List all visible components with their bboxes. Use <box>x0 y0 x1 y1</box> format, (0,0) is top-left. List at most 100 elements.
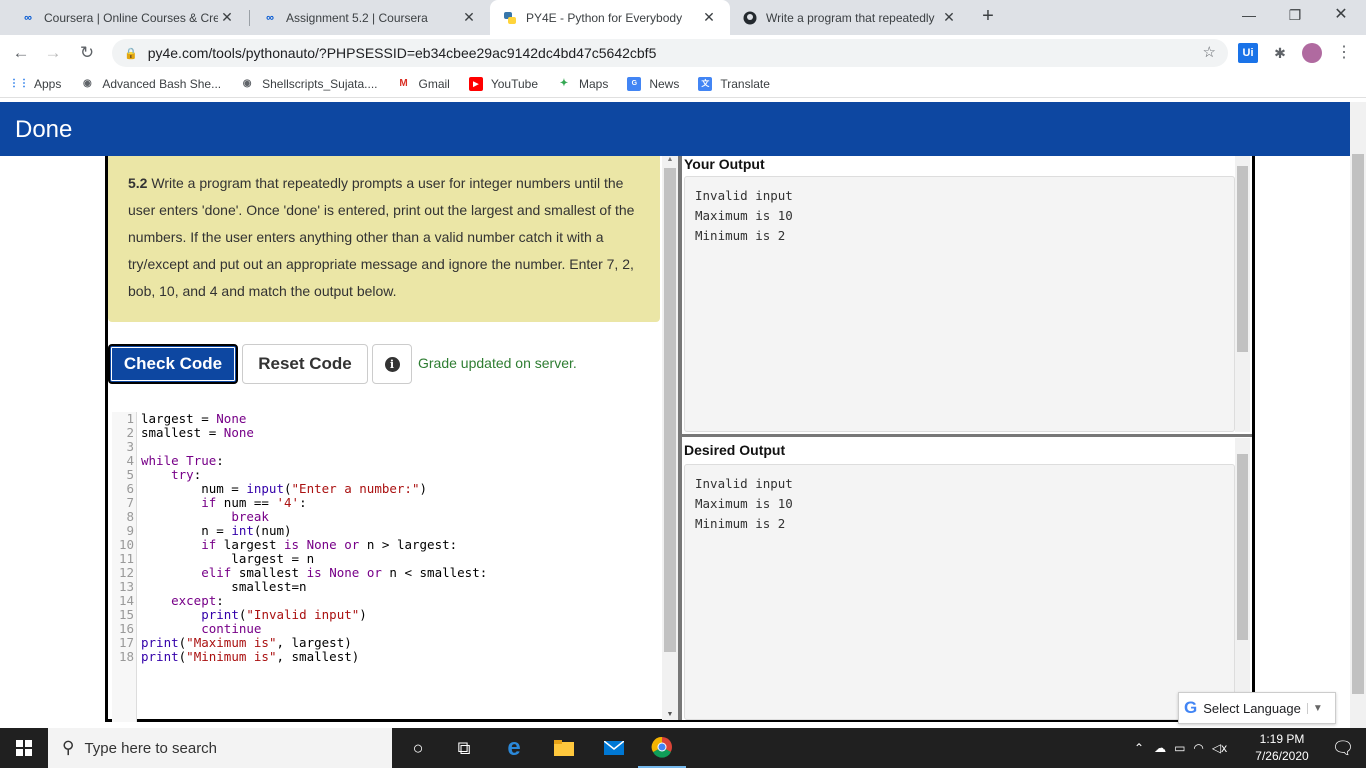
globe-icon: ◉ <box>242 78 252 89</box>
close-tab-icon[interactable]: ✕ <box>460 9 478 26</box>
tab-coursera-home[interactable]: ∞ Coursera | Online Courses & Cred ✕ <box>8 0 248 35</box>
your-output-scrollbar[interactable] <box>1235 156 1250 432</box>
scroll-up-icon[interactable]: ▲ <box>662 156 678 163</box>
cortana-icon[interactable]: ○ <box>394 728 442 768</box>
code-text: print("Minimum is", smallest) <box>141 649 360 664</box>
assignment-prompt: 5.2 Write a program that repeatedly prom… <box>108 156 660 322</box>
menu-kebab-icon[interactable]: ⋮ <box>1334 43 1354 63</box>
start-button[interactable] <box>0 728 48 768</box>
wifi-icon[interactable]: ◠ <box>1193 741 1203 755</box>
profile-avatar[interactable] <box>1302 43 1322 63</box>
line-number: 17 <box>118 635 134 650</box>
browser-toolbar: ← → ↻ 🔒 py4e.com/tools/pythonauto/?PHPSE… <box>0 35 1366 70</box>
info-button[interactable]: i <box>372 344 412 384</box>
gmail-icon: M <box>399 78 408 89</box>
google-g-icon: G <box>1184 698 1198 717</box>
page-scrollbar-thumb[interactable] <box>1352 154 1364 694</box>
editor-scrollbar-thumb[interactable] <box>664 168 676 652</box>
file-explorer-icon[interactable] <box>540 728 588 768</box>
extension-ui-icon[interactable]: Ui <box>1238 43 1258 63</box>
url-text: py4e.com/tools/pythonauto/?PHPSESSID=eb3… <box>147 45 657 61</box>
line-number: 7 <box>126 495 134 510</box>
bookmark-shellscripts[interactable]: ◉ Shellscripts_Sujata.... <box>240 77 378 91</box>
bookmark-apps[interactable]: ⋮⋮ Apps <box>9 76 62 91</box>
bookmark-translate[interactable]: 文 Translate <box>698 76 770 91</box>
bookmark-label: YouTube <box>490 76 538 91</box>
close-tab-icon[interactable]: ✕ <box>940 9 958 26</box>
forward-icon[interactable]: → <box>40 40 66 66</box>
show-hidden-icons-icon[interactable]: ⌃ <box>1134 741 1144 755</box>
line-number: 10 <box>118 537 134 552</box>
desired-output-heading: Desired Output <box>684 442 786 458</box>
youtube-icon: ▶ <box>468 76 483 91</box>
task-view-icon[interactable]: ⧉ <box>440 728 488 768</box>
close-window-icon[interactable]: ✕ <box>1318 0 1364 30</box>
bookmark-maps[interactable]: ✦ Maps <box>557 77 609 91</box>
github-icon <box>742 10 758 26</box>
extensions-puzzle-icon[interactable]: ✱ <box>1270 43 1290 63</box>
restore-icon[interactable]: ❐ <box>1272 0 1318 30</box>
code-editor[interactable]: 1 largest = None 2 smallest = None 3 4 while T… <box>112 412 660 722</box>
new-tab-button[interactable]: + <box>976 4 1000 28</box>
code-text: except: <box>171 593 224 608</box>
line-number: 5 <box>126 467 134 482</box>
close-tab-icon[interactable]: ✕ <box>700 9 718 26</box>
edge-icon[interactable]: e <box>490 728 538 768</box>
prompt-line: user enters 'done'. Once 'done' is enter… <box>128 202 635 218</box>
code-text: smallest = None <box>141 425 254 440</box>
onedrive-icon[interactable]: ☁ <box>1154 741 1166 755</box>
code-text: elif smallest is None or n < smallest: <box>201 565 488 580</box>
search-icon: ⚲ <box>62 738 75 757</box>
volume-muted-icon[interactable]: ◁x <box>1212 741 1227 755</box>
page-scrollbar[interactable] <box>1350 102 1366 728</box>
dropdown-arrow-icon: ▼ <box>1306 702 1323 714</box>
your-output-pane: Your Output Invalid input Maximum is 10 … <box>682 156 1252 434</box>
line-number: 9 <box>126 523 134 538</box>
windows-taskbar: ⚲ Type here to search ○ ⧉ e ⌃ ☁ ▭ ◠ ◁x 1… <box>0 728 1366 768</box>
tab-py4e[interactable]: PY4E - Python for Everybody ✕ <box>490 0 730 35</box>
line-number: 2 <box>126 425 134 440</box>
close-tab-icon[interactable]: ✕ <box>218 9 236 26</box>
line-number: 12 <box>118 565 134 580</box>
your-output-heading: Your Output <box>684 156 765 172</box>
line-number: 11 <box>118 551 134 566</box>
address-bar[interactable]: 🔒 py4e.com/tools/pythonauto/?PHPSESSID=e… <box>112 39 1228 67</box>
bookmark-label: Apps <box>34 76 62 91</box>
clock-time: 1:19 PM <box>1259 732 1305 746</box>
bookmark-news[interactable]: G News <box>627 76 679 91</box>
reset-code-button[interactable]: Reset Code <box>242 344 368 384</box>
your-output-scrollbar-thumb[interactable] <box>1237 166 1248 352</box>
taskbar-clock[interactable]: 1:19 PM 7/26/2020 <box>1252 731 1312 765</box>
minimize-icon[interactable]: — <box>1226 0 1272 30</box>
bookmark-gmail[interactable]: M Gmail <box>397 77 450 91</box>
google-translate-widget[interactable]: G Select Language ▼ <box>1178 692 1336 724</box>
desired-output-scrollbar[interactable] <box>1235 438 1250 718</box>
tab-coursera-assignment[interactable]: ∞ Assignment 5.2 | Coursera ✕ <box>250 0 490 35</box>
code-text: while True: <box>141 453 224 468</box>
tab-title: PY4E - Python for Everybody <box>526 10 683 25</box>
browser-tab-strip: ∞ Coursera | Online Courses & Cred ✕ ∞ A… <box>0 0 1366 35</box>
reload-icon[interactable]: ↻ <box>74 40 100 66</box>
tab-github[interactable]: Write a program that repeatedly ✕ <box>730 0 970 35</box>
battery-icon[interactable]: ▭ <box>1174 741 1185 755</box>
line-number: 8 <box>126 509 134 524</box>
desired-output-scrollbar-thumb[interactable] <box>1237 454 1248 640</box>
line-number: 3 <box>126 439 134 454</box>
check-code-button[interactable]: Check Code <box>108 344 238 384</box>
taskbar-search-box[interactable]: ⚲ Type here to search <box>48 728 392 768</box>
code-text: n = int(num) <box>141 523 292 538</box>
scroll-down-icon[interactable]: ▼ <box>662 711 678 718</box>
back-icon[interactable]: ← <box>8 40 34 66</box>
bookmark-youtube[interactable]: ▶ YouTube <box>468 76 538 91</box>
mail-icon[interactable] <box>590 728 638 768</box>
notifications-icon[interactable]: 🗨 <box>1320 728 1366 768</box>
bookmark-advanced-bash[interactable]: ◉ Advanced Bash She... <box>80 77 221 91</box>
chrome-icon[interactable] <box>638 728 686 768</box>
globe-icon: ◉ <box>82 78 92 89</box>
code-text: largest = n <box>141 551 315 566</box>
page-content: Done 5.2 Write a program that repeatedly… <box>0 102 1366 728</box>
bookmark-star-icon[interactable]: ☆ <box>1203 43 1216 61</box>
done-header[interactable]: Done <box>0 102 1350 156</box>
translate-icon: 文 <box>698 76 713 91</box>
editor-scrollbar[interactable]: ▲ ▼ <box>662 156 678 720</box>
